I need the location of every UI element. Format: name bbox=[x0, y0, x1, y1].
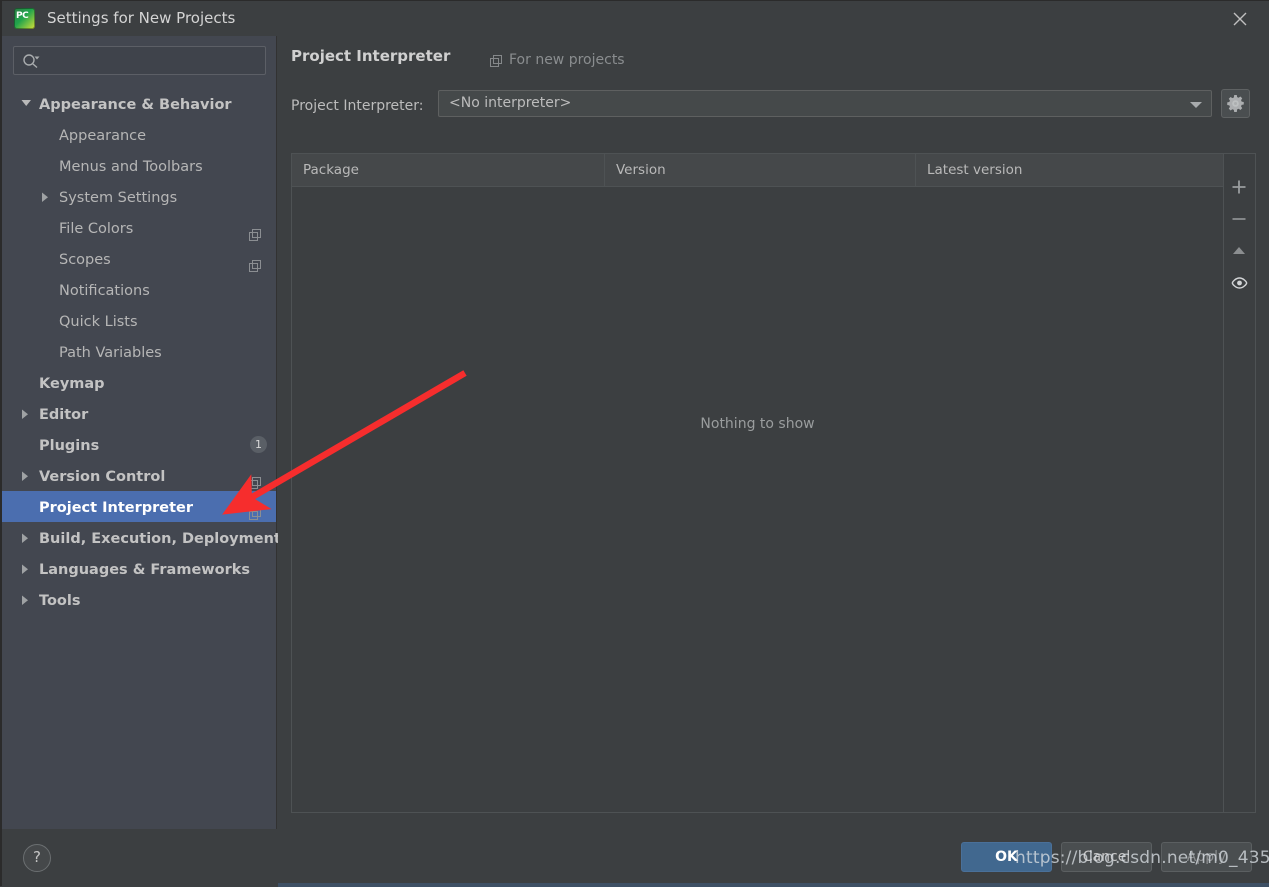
sidebar-item-label: Build, Execution, Deployment bbox=[39, 531, 281, 547]
empty-state-message: Nothing to show bbox=[700, 416, 815, 432]
chevron-right-icon[interactable] bbox=[20, 584, 34, 615]
sidebar-item-label: Scopes bbox=[59, 252, 111, 268]
sidebar-item-file-colors[interactable]: File Colors bbox=[2, 212, 276, 243]
sidebar-item-label: Menus and Toolbars bbox=[59, 159, 203, 175]
remove-package-button[interactable] bbox=[1224, 203, 1254, 234]
settings-tree: Appearance & Behavior Appearance Menus and… bbox=[2, 88, 281, 615]
close-button[interactable] bbox=[1217, 1, 1263, 35]
search-icon bbox=[23, 54, 40, 69]
sidebar-item-label: Appearance & Behavior bbox=[39, 97, 232, 113]
column-header-package[interactable]: Package bbox=[292, 154, 605, 186]
show-early-releases-button[interactable] bbox=[1224, 267, 1254, 298]
apply-button[interactable]: Apply bbox=[1161, 842, 1252, 872]
chevron-right-icon[interactable] bbox=[20, 398, 34, 429]
sidebar-item-tools[interactable]: Tools bbox=[2, 584, 276, 615]
sidebar-item-label: Languages & Frameworks bbox=[39, 562, 251, 578]
bottom-strip bbox=[278, 883, 1269, 887]
search-input[interactable] bbox=[44, 47, 266, 76]
sidebar-item-label: File Colors bbox=[59, 221, 134, 237]
sidebar-item-plugins[interactable]: Plugins 1 bbox=[2, 429, 276, 460]
arrow-up-icon bbox=[1233, 247, 1245, 254]
sidebar-item-path-variables[interactable]: Path Variables bbox=[2, 336, 276, 367]
sidebar-item-quick-lists[interactable]: Quick Lists bbox=[2, 305, 276, 336]
settings-sidebar: Appearance & Behavior Appearance Menus and… bbox=[2, 36, 281, 829]
column-header-latest-version[interactable]: Latest version bbox=[916, 154, 1223, 186]
search-box[interactable] bbox=[13, 46, 266, 76]
sidebar-item-appearance-behavior[interactable]: Appearance & Behavior bbox=[2, 88, 276, 119]
gear-icon bbox=[1227, 95, 1244, 112]
sidebar-item-label: Tools bbox=[39, 593, 81, 609]
sidebar-item-label: System Settings bbox=[59, 190, 178, 206]
chevron-down-icon[interactable] bbox=[20, 88, 34, 119]
packages-table: Package Version Latest version Nothing t… bbox=[291, 153, 1224, 813]
chevron-right-icon[interactable] bbox=[20, 460, 34, 491]
interpreter-label: Project Interpreter: bbox=[291, 98, 424, 114]
plus-icon bbox=[1232, 180, 1246, 194]
chevron-right-icon[interactable] bbox=[40, 181, 54, 212]
column-header-version[interactable]: Version bbox=[605, 154, 916, 186]
sidebar-item-scopes[interactable]: Scopes bbox=[2, 243, 276, 274]
copy-icon bbox=[249, 221, 262, 241]
sidebar-item-badge: 1 bbox=[250, 436, 267, 453]
pycharm-logo-text: PC bbox=[16, 11, 29, 21]
sidebar-item-label: Editor bbox=[39, 407, 89, 423]
interpreter-dropdown[interactable]: <No interpreter> bbox=[438, 90, 1212, 117]
copy-icon bbox=[249, 252, 262, 272]
sidebar-item-languages-frameworks[interactable]: Languages & Frameworks bbox=[2, 553, 276, 584]
settings-content-panel: Project Interpreter For new projects Pro… bbox=[278, 36, 1269, 829]
copy-icon bbox=[249, 500, 262, 520]
cancel-button[interactable]: Cancel bbox=[1061, 842, 1152, 872]
window-title: Settings for New Projects bbox=[47, 9, 236, 27]
sidebar-item-build-execution-deployment[interactable]: Build, Execution, Deployment bbox=[2, 522, 281, 553]
ok-button[interactable]: OK bbox=[961, 842, 1052, 872]
copy-icon bbox=[249, 469, 262, 489]
sidebar-item-label: Notifications bbox=[59, 283, 150, 299]
title-bar: PC Settings for New Projects bbox=[2, 1, 1269, 36]
help-button[interactable]: ? bbox=[23, 844, 51, 872]
copy-icon bbox=[490, 55, 502, 67]
sidebar-item-notifications[interactable]: Notifications bbox=[2, 274, 276, 305]
sidebar-item-appearance[interactable]: Appearance bbox=[2, 119, 276, 150]
settings-dialog: PC Settings for New Projects Appearance … bbox=[0, 0, 1269, 887]
upgrade-package-button[interactable] bbox=[1224, 235, 1254, 266]
packages-toolbar bbox=[1224, 153, 1256, 813]
sidebar-item-menus-and-toolbars[interactable]: Menus and Toolbars bbox=[2, 150, 276, 181]
packages-table-header: Package Version Latest version bbox=[292, 154, 1223, 187]
page-subtitle: For new projects bbox=[509, 52, 625, 68]
pycharm-logo-icon: PC bbox=[14, 8, 35, 29]
sidebar-item-label: Project Interpreter bbox=[39, 500, 194, 516]
sidebar-item-label: Appearance bbox=[59, 128, 147, 144]
chevron-right-icon[interactable] bbox=[20, 522, 34, 553]
minus-icon bbox=[1232, 218, 1246, 220]
interpreter-value: <No interpreter> bbox=[449, 95, 572, 111]
sidebar-item-editor[interactable]: Editor bbox=[2, 398, 276, 429]
sidebar-item-label: Plugins bbox=[39, 438, 100, 454]
sidebar-item-keymap[interactable]: Keymap bbox=[2, 367, 276, 398]
sidebar-item-system-settings[interactable]: System Settings bbox=[2, 181, 276, 212]
sidebar-item-label: Keymap bbox=[39, 376, 105, 392]
sidebar-item-label: Quick Lists bbox=[59, 314, 138, 330]
interpreter-settings-button[interactable] bbox=[1221, 89, 1250, 118]
sidebar-item-project-interpreter[interactable]: Project Interpreter bbox=[2, 491, 276, 522]
sidebar-item-version-control[interactable]: Version Control bbox=[2, 460, 276, 491]
page-title: Project Interpreter bbox=[291, 47, 451, 65]
close-icon bbox=[1233, 12, 1247, 26]
sidebar-item-label: Path Variables bbox=[59, 345, 162, 361]
chevron-down-icon bbox=[1190, 102, 1202, 108]
chevron-right-icon[interactable] bbox=[20, 553, 34, 584]
eye-icon bbox=[1231, 277, 1248, 289]
add-package-button[interactable] bbox=[1224, 171, 1254, 202]
